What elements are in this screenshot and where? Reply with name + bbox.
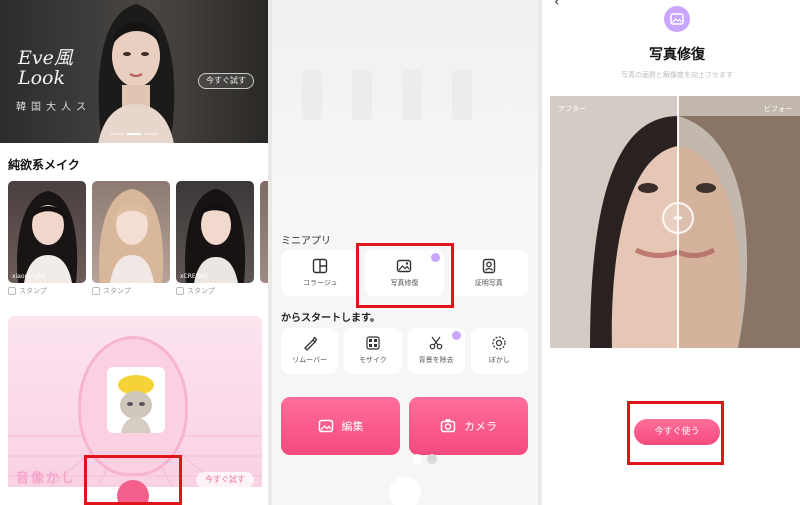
mosaic-icon [366,336,380,350]
card-tag: スタンプ [92,286,170,296]
collage-icon [312,258,328,274]
image-edit-icon [318,419,333,433]
cat-image [107,367,165,433]
card-thumbnail: xiaorangka [8,181,86,283]
background-remove-icon [429,336,443,350]
highlight-box [84,455,182,505]
blur-icon [492,336,507,350]
after-label: アフター [558,105,586,113]
id-photo-icon [482,258,496,274]
hero-banner[interactable]: Eve風 Look 韓国大人ス 今すぐ試す [0,0,268,143]
photo-restore-icon [664,6,690,32]
carousel-dots [110,133,158,135]
premium-gem-icon [451,331,461,340]
create-panel: ミニアプリ コラージュ 写真修復 証明写真 からスタートします。 リムーバー モ… [272,0,538,505]
app-label: コラージュ [302,279,338,287]
create-button[interactable] [389,477,421,505]
makeup-card[interactable]: xiaorangka スタンプ [8,181,86,299]
card-username: xCRENKE [180,273,208,280]
blurred-item [302,70,322,120]
back-icon[interactable]: ‹ [554,0,560,10]
compare-drag-handle[interactable]: ◂ ▸ [662,202,694,234]
app-label: 証明写真 [474,279,503,287]
camera-button[interactable]: カメラ [409,397,528,455]
blur-button[interactable]: ぼかし [470,328,528,374]
tools-row: リムーバー モザイク 背景を除去 ぼかし [281,328,528,374]
hero-title: Eve風 Look [18,47,73,89]
makeup-card[interactable]: xCRENKE スタンプ [176,181,254,299]
card-thumbnail [260,181,268,283]
portrait-image [17,191,78,283]
background-remove-button[interactable]: 背景を除去 [407,328,465,374]
makeup-card[interactable]: スタンプ [92,181,170,299]
camera-icon [440,419,456,433]
blurred-item [352,70,372,120]
start-from-title: からスタートします。 [281,313,380,324]
hero-try-button[interactable]: 今すぐ試す [198,73,254,89]
id-photo-button[interactable]: 証明写真 [449,250,528,296]
highlight-box [356,243,454,308]
camera-label: カメラ [464,420,497,433]
portrait-image [185,189,246,283]
remover-button[interactable]: リムーバー [281,328,339,374]
hero-subtitle: 韓国大人ス [16,102,91,113]
remover-icon [303,336,317,351]
blurred-background [272,0,538,220]
before-label: ビフォー [764,105,792,113]
section-title: 純欲系メイク [8,158,80,172]
after-image: アフター [550,96,679,348]
makeup-card-row: xiaorangka スタンプ スタンプ xCRENKE スタンプ [8,181,268,301]
edit-label: 編集 [341,420,364,433]
card-tag: スタンプ [176,286,254,296]
blurred-item [402,70,422,120]
page-dots [412,454,437,464]
collage-button[interactable]: コラージュ [281,250,360,296]
promo-title: 音像かし [16,471,77,486]
portrait-image [99,189,164,283]
sticker-icon [176,287,184,295]
blurred-item [452,70,472,120]
before-image: ビフォー [676,96,800,348]
home-panel: Eve風 Look 韓国大人ス 今すぐ試す 純欲系メイク xiaorangka … [0,0,268,505]
highlight-box [627,401,724,465]
card-tag: スタンプ [8,286,86,296]
card-username: xiaorangka [12,273,46,280]
tool-label: リムーバー [292,356,328,364]
tool-label: 背景を除去 [418,356,454,364]
mosaic-button[interactable]: モザイク [344,328,402,374]
model-portrait [98,4,175,143]
sticker-icon [92,287,100,295]
page-title: 写真修復 [649,47,705,63]
mini-apps-title: ミニアプリ [281,236,331,247]
tool-label: モザイク [358,356,387,364]
page-subtitle: 写真の画質と解像度を向上させます [621,71,733,79]
edit-button[interactable]: 編集 [281,397,400,455]
card-thumbnail [92,181,170,283]
card-thumbnail: xCRENKE [176,181,254,283]
photo-restore-panel: ‹ 写真修復 写真の画質と解像度を向上させます アフター ビフォー ◂ ▸ 今す… [542,0,800,505]
promo-try-button[interactable]: 今すぐ試す [196,472,254,488]
makeup-card[interactable] [260,181,268,299]
before-after-comparison[interactable]: アフター ビフォー ◂ ▸ [550,96,800,348]
sticker-icon [8,287,16,295]
tool-label: ぼかし [488,356,510,364]
